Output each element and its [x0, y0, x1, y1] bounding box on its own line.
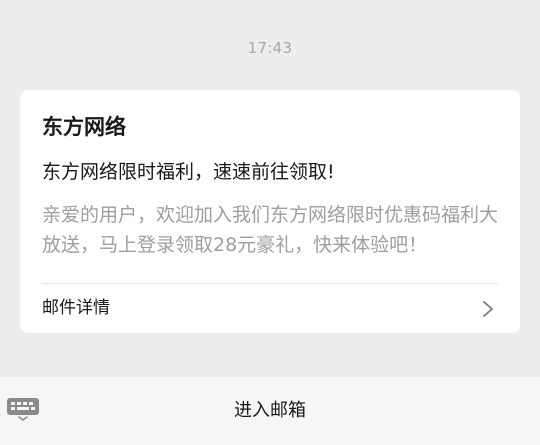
chevron-right-icon [483, 301, 493, 317]
mail-subject: 东方网络限时福利，速速前往领取! [42, 161, 335, 183]
mail-details-link[interactable]: 邮件详情 [20, 284, 520, 333]
mail-card[interactable]: 东方网络 东方网络限时福利，速速前往领取! 亲爱的用户，欢迎加入我们东方网络限时… [20, 90, 520, 333]
mail-sender: 东方网络 [42, 115, 126, 139]
mail-preview: 亲爱的用户，欢迎加入我们东方网络限时优惠码福利大放送，马上登录领取28元豪礼，快… [42, 204, 498, 256]
mail-details-label: 邮件详情 [42, 298, 110, 318]
message-timestamp: 17:43 [247, 39, 293, 57]
keyboard-icon[interactable] [6, 397, 40, 421]
bottom-menu-bar: 进入邮箱 [0, 377, 540, 445]
enter-mailbox-button[interactable]: 进入邮箱 [0, 377, 540, 445]
